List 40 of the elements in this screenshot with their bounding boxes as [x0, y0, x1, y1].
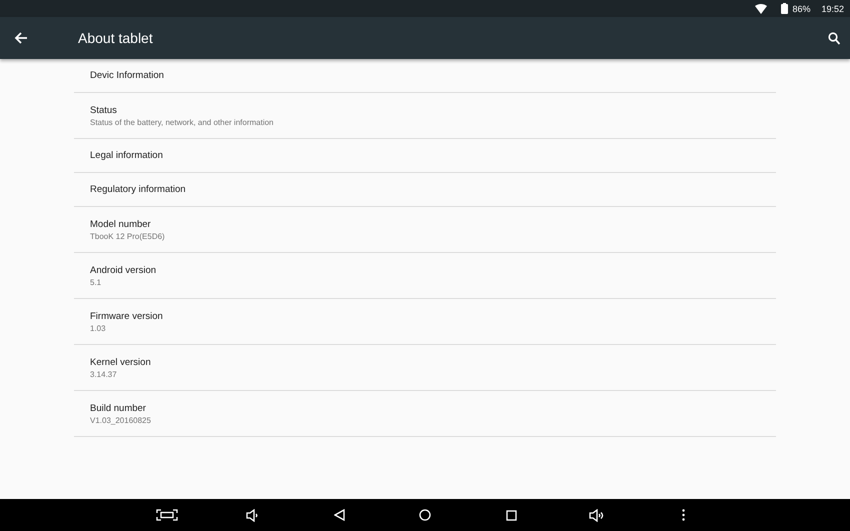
item-title: Model number — [90, 218, 152, 230]
item-summary: 1.03 — [90, 324, 107, 332]
settings-item[interactable]: Model number TbooK 12 Pro(E5D6) — [74, 207, 776, 253]
clock: 19:52 — [821, 4, 844, 14]
item-title: Devic Information — [90, 70, 165, 81]
page-title: About tablet — [78, 30, 154, 46]
speaker-icon — [588, 508, 606, 522]
settings-item[interactable]: Build number V1.03_20160825 — [74, 391, 776, 437]
screenshot-icon — [156, 509, 178, 521]
settings-item[interactable]: Firmware version 1.03 — [74, 299, 776, 345]
item-title: Legal information — [90, 150, 164, 161]
battery-icon — [781, 3, 788, 14]
settings-item[interactable]: Status Status of the battery, network, and other information — [74, 93, 776, 139]
search-button[interactable] — [828, 32, 840, 44]
item-title: Android version — [90, 264, 158, 276]
settings-item[interactable]: Kernel version 3.14.37 — [74, 345, 776, 391]
settings-item[interactable]: Devic Information — [74, 59, 776, 93]
back-button[interactable] — [14, 32, 28, 44]
more-icon — [682, 509, 684, 521]
item-title: Build number — [90, 402, 147, 414]
battery-percent: 86% — [792, 4, 810, 14]
settings-item[interactable]: Regulatory information — [74, 173, 776, 207]
speaker-icon — [246, 508, 260, 522]
item-title: Regulatory information — [90, 184, 187, 195]
home-circle-icon — [419, 509, 431, 521]
settings-item[interactable]: Legal information — [74, 139, 776, 173]
recents-square-icon — [506, 510, 516, 520]
item-summary: Status of the battery, network, and other information — [90, 118, 275, 126]
wifi-icon — [755, 4, 768, 14]
item-title: Status — [90, 104, 118, 116]
back-triangle-icon — [334, 509, 344, 521]
back-arrow-icon — [14, 32, 28, 44]
item-summary: V1.03_20160825 — [90, 416, 152, 424]
item-title: Kernel version — [90, 356, 152, 368]
item-summary: 5.1 — [90, 278, 102, 286]
item-summary: TbooK 12 Pro(E5D6) — [90, 232, 166, 240]
settings-item[interactable]: Android version 5.1 — [74, 253, 776, 299]
item-title: Firmware version — [90, 310, 164, 322]
item-summary: 3.14.37 — [90, 370, 118, 378]
search-icon — [828, 32, 840, 44]
